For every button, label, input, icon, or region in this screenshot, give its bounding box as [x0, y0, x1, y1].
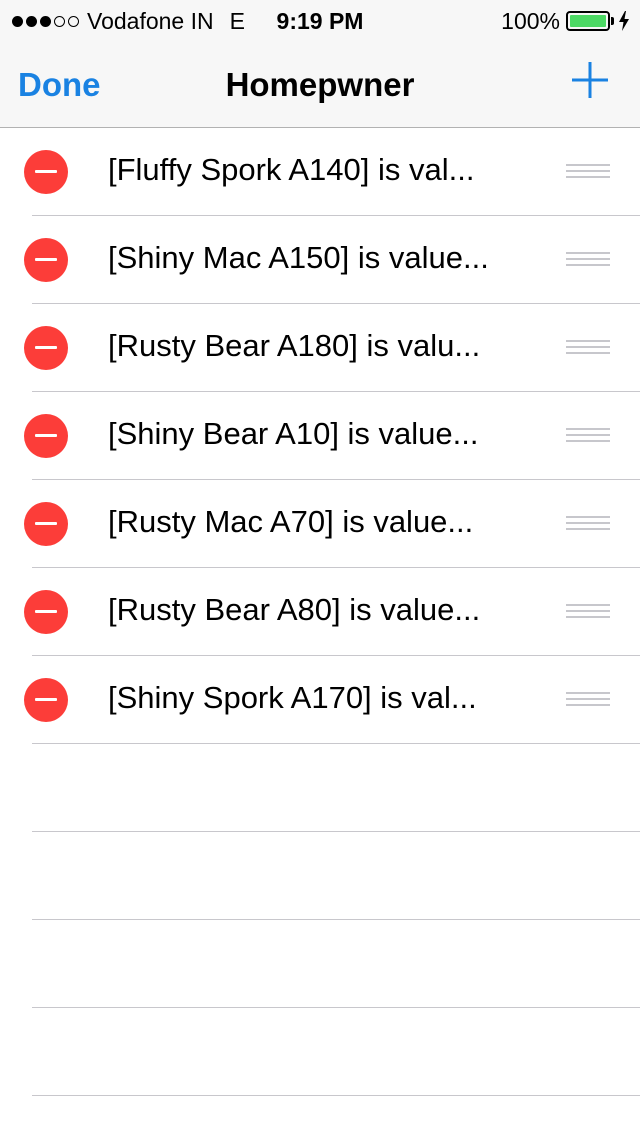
delete-button[interactable] — [24, 326, 68, 370]
status-right: 100% — [501, 8, 630, 34]
table-row[interactable]: [Rusty Bear A180] is valu... — [0, 304, 640, 392]
empty-table-row — [0, 920, 640, 1008]
reorder-handle-icon[interactable] — [566, 604, 610, 620]
table-row[interactable]: [Rusty Bear A80] is value... — [0, 568, 640, 656]
battery-nub — [611, 17, 614, 25]
item-label: [Shiny Spork A170] is val... — [108, 680, 477, 715]
reorder-handle-icon[interactable] — [566, 340, 610, 356]
delete-button[interactable] — [24, 590, 68, 634]
empty-table-row — [0, 832, 640, 920]
plus-icon[interactable] — [570, 60, 610, 100]
battery-icon — [566, 11, 610, 31]
page-title: Homepwner — [225, 66, 415, 103]
item-label: [Rusty Bear A180] is valu... — [108, 328, 481, 363]
item-label: [Fluffy Spork A140] is val... — [108, 152, 475, 187]
screen: Vodafone IN E 9:19 PM 100% Done Homepwne… — [0, 0, 640, 1136]
table-row[interactable]: [Fluffy Spork A140] is val... — [0, 128, 640, 216]
reorder-handle-icon[interactable] — [566, 692, 610, 708]
delete-button[interactable] — [24, 678, 68, 722]
row-separator — [32, 1095, 640, 1096]
minus-icon — [35, 610, 57, 613]
delete-button[interactable] — [24, 150, 68, 194]
navigation-bar: Done Homepwner — [0, 40, 640, 128]
battery-level — [570, 15, 606, 27]
table-row[interactable]: [Rusty Mac A70] is value... — [0, 480, 640, 568]
empty-table-row — [0, 744, 640, 832]
item-label: [Rusty Mac A70] is value... — [108, 504, 474, 539]
status-bar: Vodafone IN E 9:19 PM 100% — [0, 0, 640, 40]
delete-button[interactable] — [24, 238, 68, 282]
reorder-handle-icon[interactable] — [566, 516, 610, 532]
item-label: [Shiny Mac A150] is value... — [108, 240, 489, 275]
minus-icon — [35, 258, 57, 261]
charging-bolt-icon — [619, 11, 629, 31]
table-row[interactable]: [Shiny Spork A170] is val... — [0, 656, 640, 744]
delete-button[interactable] — [24, 414, 68, 458]
minus-icon — [35, 434, 57, 437]
reorder-handle-icon[interactable] — [566, 428, 610, 444]
table-row[interactable]: [Shiny Bear A10] is value... — [0, 392, 640, 480]
table-row[interactable]: [Shiny Mac A150] is value... — [0, 216, 640, 304]
empty-table-row — [0, 1008, 640, 1096]
minus-icon — [35, 170, 57, 173]
minus-icon — [35, 346, 57, 349]
item-label: [Rusty Bear A80] is value... — [108, 592, 481, 627]
delete-button[interactable] — [24, 502, 68, 546]
item-label: [Shiny Bear A10] is value... — [108, 416, 479, 451]
reorder-handle-icon[interactable] — [566, 164, 610, 180]
reorder-handle-icon[interactable] — [566, 252, 610, 268]
minus-icon — [35, 698, 57, 701]
minus-icon — [35, 522, 57, 525]
items-table[interactable]: [Fluffy Spork A140] is val... [Shiny Mac… — [0, 128, 640, 1136]
battery-percent: 100% — [501, 7, 560, 34]
